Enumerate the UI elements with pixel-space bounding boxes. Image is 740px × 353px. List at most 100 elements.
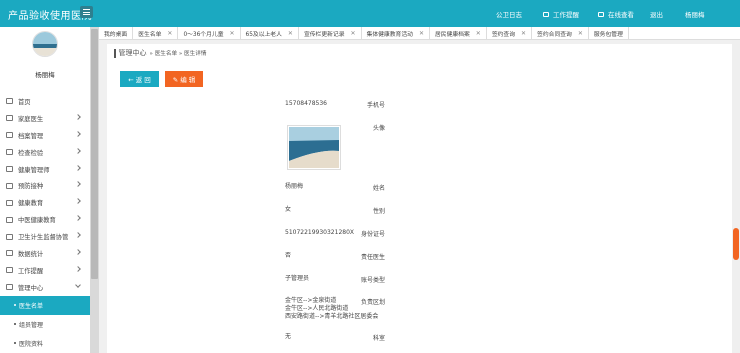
- back-button[interactable]: ← 返 回: [120, 71, 159, 87]
- sidebar-item-statistics[interactable]: 数据统计: [0, 245, 90, 262]
- logout-link[interactable]: 退出: [650, 9, 663, 19]
- sidebar-nav: 首页 家庭医生 档案管理 检查检验 健康管理师 预防接种 健康教育 中医健康教育…: [0, 93, 90, 353]
- sidebar-scroll-thumb[interactable]: [91, 29, 98, 279]
- field-name: 姓名 杨丽梅: [107, 183, 707, 193]
- chevron-right-icon: [75, 266, 81, 272]
- nav-online[interactable]: 在线查看: [598, 9, 634, 19]
- archive-icon: [6, 132, 13, 139]
- nav-reminder[interactable]: 工作提醒: [543, 9, 579, 19]
- nav-log-label: 公卫日志: [496, 11, 522, 19]
- field-label: 姓名: [372, 185, 385, 192]
- sidebar-item-label: 数据统计: [18, 250, 44, 258]
- sidebar-subitem-doctor-list[interactable]: 医生名单: [0, 295, 90, 315]
- field-id-card: 身份证号 51072219930321280X: [107, 229, 707, 239]
- field-gender: 性别 女: [107, 206, 707, 216]
- education-icon: [6, 199, 13, 206]
- sidebar-item-label: 工作提醒: [18, 267, 44, 275]
- field-value: 51072219930321280X: [285, 229, 355, 236]
- tab-children[interactable]: 0～36个月儿童 ✕: [178, 27, 241, 40]
- close-icon[interactable]: ✕: [230, 30, 235, 37]
- close-icon[interactable]: ✕: [351, 30, 356, 37]
- menu-toggle-icon[interactable]: [80, 6, 93, 18]
- sidebar-item-management[interactable]: 管理中心: [0, 279, 90, 296]
- tab-label: 集体健康教育活动: [366, 32, 413, 38]
- field-account-type: 账号类型 子管理员: [107, 275, 707, 285]
- sidebar-item-vaccination[interactable]: 预防接种: [0, 177, 90, 194]
- tab-group-education[interactable]: 集体健康教育活动 ✕: [362, 27, 430, 40]
- chevron-right-icon: [75, 232, 81, 238]
- sidebar-item-health-education[interactable]: 健康教育: [0, 194, 90, 211]
- sidebar-item-label: 首页: [18, 98, 31, 106]
- check-icon: [6, 149, 13, 156]
- tab-label: 居民健康档案: [434, 32, 470, 38]
- tab-resident-archive[interactable]: 居民健康档案 ✕: [430, 27, 487, 40]
- nav-log[interactable]: 公卫日志: [496, 9, 522, 19]
- home-icon: [6, 98, 13, 105]
- chevron-right-icon: [75, 130, 81, 137]
- tab-desktop[interactable]: 我的桌面: [99, 27, 134, 40]
- sidebar-item-home[interactable]: 首页: [0, 93, 90, 110]
- nav-reminder-label: 工作提醒: [553, 11, 579, 19]
- sidebar-item-label: 健康管理师: [18, 166, 50, 174]
- field-phone: 手机号 15708478536: [107, 100, 707, 110]
- sidebar-item-family-doctor[interactable]: 家庭医生: [0, 110, 90, 127]
- tab-contract-query[interactable]: 签约查询 ✕: [487, 27, 533, 40]
- sidebar-item-reminder[interactable]: 工作提醒: [0, 262, 90, 279]
- field-avatar: 头像: [107, 123, 707, 133]
- breadcrumb-root: 管理中心: [118, 49, 147, 57]
- tab-bulletin[interactable]: 宣传栏更新记录 ✕: [299, 27, 362, 40]
- avatar-photo: [287, 125, 341, 170]
- sidebar: 杨丽梅 首页 家庭医生 档案管理 检查检验 健康管理师 预防接种 健康教育 中医…: [0, 27, 90, 353]
- tab-label: 0～36个月儿童: [183, 32, 224, 38]
- close-icon[interactable]: ✕: [288, 30, 293, 37]
- close-icon[interactable]: ✕: [578, 30, 583, 37]
- tab-label: 65及以上老人: [245, 32, 282, 38]
- tab-contract-doc-query[interactable]: 签约合同查询 ✕: [532, 27, 589, 40]
- user-menu[interactable]: 杨丽梅: [685, 9, 705, 19]
- area-line: 金牛区-->金泉街道: [285, 297, 337, 304]
- close-icon[interactable]: ✕: [419, 30, 424, 37]
- beach-image: [289, 127, 339, 168]
- sidebar-item-label: 检查检验: [18, 149, 44, 157]
- top-bar: 产品验收使用医院 公卫日志 工作提醒 在线查看 退出 杨丽梅: [0, 0, 740, 27]
- sidebar-item-supervision[interactable]: 卫生计生监督协管: [0, 228, 90, 245]
- main-scrollbar[interactable]: [732, 40, 740, 353]
- user-menu-label: 杨丽梅: [685, 11, 705, 19]
- avatar: [32, 31, 58, 57]
- doc-icon: [543, 11, 549, 17]
- tab-doctor-list[interactable]: 医生名单 ✕: [133, 27, 179, 40]
- sidebar-item-health-manager[interactable]: 健康管理师: [0, 161, 90, 178]
- field-label: 账号类型: [360, 277, 385, 284]
- sidebar-item-tcm[interactable]: 中医健康教育: [0, 211, 90, 228]
- breadcrumb: 管理中心 » 医生名单 » 医生详情: [114, 48, 206, 58]
- close-icon[interactable]: ✕: [521, 30, 526, 37]
- edit-button[interactable]: ✎ 编 辑: [165, 71, 203, 87]
- field-label: 性别: [372, 208, 385, 215]
- close-icon[interactable]: ✕: [167, 30, 172, 37]
- field-label: 责任医生: [360, 254, 385, 261]
- tab-service-package[interactable]: 服务包管理: [589, 27, 629, 40]
- monitor-icon: [598, 11, 604, 17]
- sidebar-item-label: 档案管理: [18, 132, 44, 140]
- breadcrumb-marker: [114, 48, 116, 58]
- sidebar-scrollbar[interactable]: [90, 27, 99, 353]
- field-value: 杨丽梅: [285, 183, 304, 190]
- sidebar-subitem-hospital[interactable]: 医院资料: [0, 334, 90, 353]
- tab-label: 宣传栏更新记录: [303, 32, 345, 38]
- sidebar-subitem-team[interactable]: 组员管理: [0, 315, 90, 334]
- tab-label: 签约合同查询: [537, 32, 572, 38]
- tab-bar: 我的桌面 医生名单 ✕ 0～36个月儿童 ✕ 65及以上老人 ✕ 宣传栏更新记录 ✕ 集…: [99, 27, 740, 40]
- chevron-right-icon: [75, 147, 81, 154]
- area-line: 金牛区-->人民北路街道: [285, 304, 349, 312]
- tab-label: 我的桌面: [104, 32, 128, 38]
- bullet-icon: [14, 304, 16, 307]
- chevron-right-icon: [75, 164, 81, 171]
- sidebar-subitem-label: 医生名单: [19, 302, 44, 310]
- close-icon[interactable]: ✕: [476, 30, 481, 37]
- sidebar-item-inspection[interactable]: 检查检验: [0, 144, 90, 161]
- tab-elderly[interactable]: 65及以上老人 ✕: [241, 27, 299, 40]
- main-scroll-thumb[interactable]: [733, 228, 739, 260]
- sidebar-subitem-label: 医院资料: [19, 340, 44, 348]
- logout-label: 退出: [650, 11, 663, 19]
- sidebar-item-archive[interactable]: 档案管理: [0, 127, 90, 144]
